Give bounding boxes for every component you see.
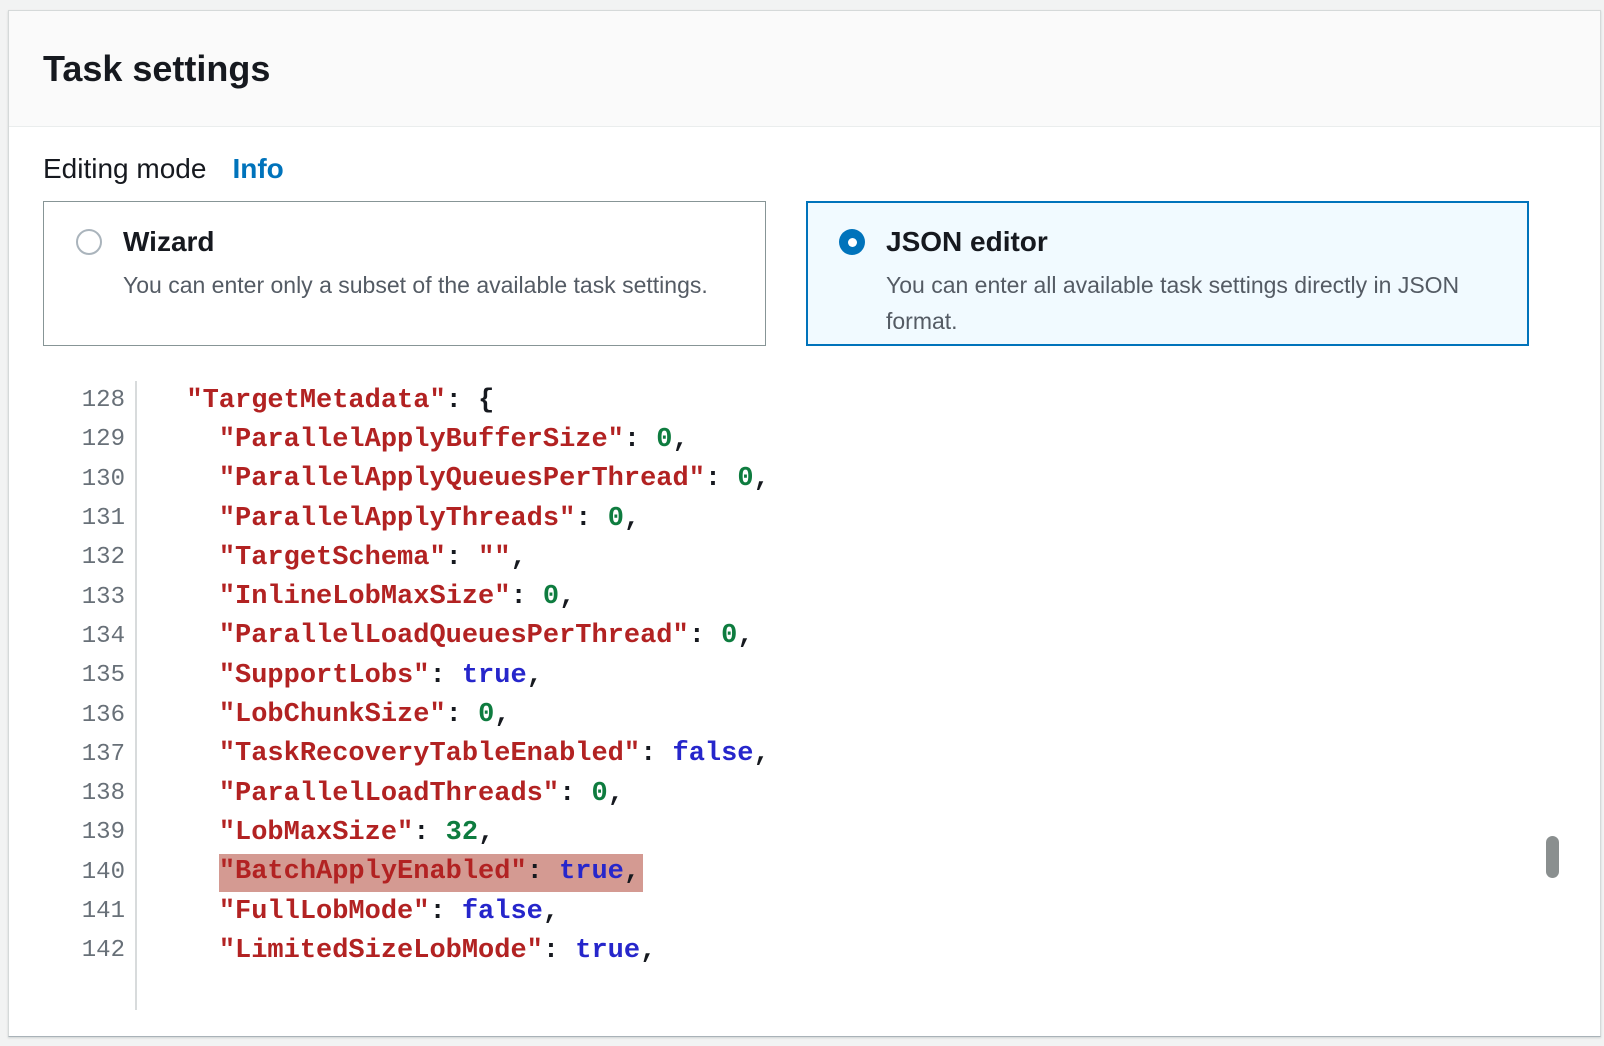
code-line[interactable]: 140 "BatchApplyEnabled": true, (43, 853, 1600, 892)
line-number: 140 (43, 853, 137, 892)
code-line[interactable]: 142 "LimitedSizeLobMode": true, (43, 931, 1600, 970)
info-link[interactable]: Info (232, 153, 283, 185)
code-line-text: "TaskRecoveryTableEnabled": false, (137, 739, 770, 769)
code-line[interactable]: 131 "ParallelApplyThreads": 0, (43, 499, 1600, 538)
code-line-text: "BatchApplyEnabled": true, (137, 857, 643, 887)
line-number: 132 (43, 538, 137, 577)
code-line[interactable]: 130 "ParallelApplyQueuesPerThread": 0, (43, 460, 1600, 499)
line-number: 128 (43, 381, 137, 420)
code-line-empty[interactable] (43, 970, 1600, 1009)
code-line[interactable]: 138 "ParallelLoadThreads": 0, (43, 774, 1600, 813)
code-line[interactable]: 134 "ParallelLoadQueuesPerThread": 0, (43, 617, 1600, 656)
code-line-text: "ParallelLoadQueuesPerThread": 0, (137, 621, 754, 651)
code-line[interactable]: 133 "InlineLobMaxSize": 0, (43, 577, 1600, 616)
code-line-text: "ParallelLoadThreads": 0, (137, 779, 624, 809)
line-number: 133 (43, 577, 137, 616)
line-number: 135 (43, 656, 137, 695)
json-editor-label: JSON editor (886, 226, 1048, 258)
wizard-radio-icon[interactable] (76, 229, 102, 255)
code-line-text: "LimitedSizeLobMode": true, (137, 936, 656, 966)
line-number: 137 (43, 735, 137, 774)
wizard-description: You can enter only a subset of the avail… (123, 267, 737, 303)
editing-mode-row: Editing mode Info (43, 153, 1600, 185)
line-number (43, 970, 137, 1009)
code-line[interactable]: 139 "LobMaxSize": 32, (43, 813, 1600, 852)
code-line[interactable]: 129 "ParallelApplyBufferSize": 0, (43, 420, 1600, 459)
option-tile-json-editor[interactable]: JSON editor You can enter all available … (806, 201, 1529, 346)
line-number: 138 (43, 774, 137, 813)
line-number: 131 (43, 499, 137, 538)
code-line-text: "LobChunkSize": 0, (137, 700, 510, 730)
code-line[interactable]: 132 "TargetSchema": "", (43, 538, 1600, 577)
code-line[interactable]: 128 "TargetMetadata": { (43, 381, 1600, 420)
line-number: 136 (43, 695, 137, 734)
code-line-text: "ParallelApplyThreads": 0, (137, 504, 640, 534)
page-title: Task settings (43, 48, 270, 90)
json-code-editor[interactable]: 128 "TargetMetadata": {129 "ParallelAppl… (43, 381, 1600, 1010)
wizard-label: Wizard (123, 226, 215, 258)
highlighted-code: "BatchApplyEnabled": true, (219, 854, 643, 892)
code-line-text: "ParallelApplyBufferSize": 0, (137, 425, 689, 455)
line-number: 129 (43, 420, 137, 459)
code-line[interactable]: 136 "LobChunkSize": 0, (43, 695, 1600, 734)
task-settings-panel: Task settings Editing mode Info Wizard Y… (8, 10, 1601, 1037)
editing-mode-label: Editing mode (43, 153, 206, 185)
line-number: 130 (43, 460, 137, 499)
line-number: 141 (43, 892, 137, 931)
code-line-text: "InlineLobMaxSize": 0, (137, 582, 575, 612)
code-line-text: "FullLobMode": false, (137, 897, 559, 927)
editor-scrollbar-thumb[interactable] (1546, 836, 1559, 878)
code-line-text: "LobMaxSize": 32, (137, 818, 494, 848)
editing-mode-options: Wizard You can enter only a subset of th… (43, 201, 1600, 346)
code-line-text: "TargetMetadata": { (137, 386, 494, 416)
code-line[interactable]: 135 "SupportLobs": true, (43, 656, 1600, 695)
line-number: 139 (43, 813, 137, 852)
line-number: 142 (43, 931, 137, 970)
line-number: 134 (43, 617, 137, 656)
code-line-text: "ParallelApplyQueuesPerThread": 0, (137, 464, 770, 494)
json-editor-description: You can enter all available task setting… (886, 267, 1500, 339)
panel-header: Task settings (9, 11, 1600, 127)
json-editor-radio-icon[interactable] (839, 229, 865, 255)
code-line-text: "TargetSchema": "", (137, 543, 527, 573)
option-tile-wizard[interactable]: Wizard You can enter only a subset of th… (43, 201, 766, 346)
code-line-text: "SupportLobs": true, (137, 661, 543, 691)
code-line[interactable]: 137 "TaskRecoveryTableEnabled": false, (43, 735, 1600, 774)
code-line[interactable]: 141 "FullLobMode": false, (43, 892, 1600, 931)
